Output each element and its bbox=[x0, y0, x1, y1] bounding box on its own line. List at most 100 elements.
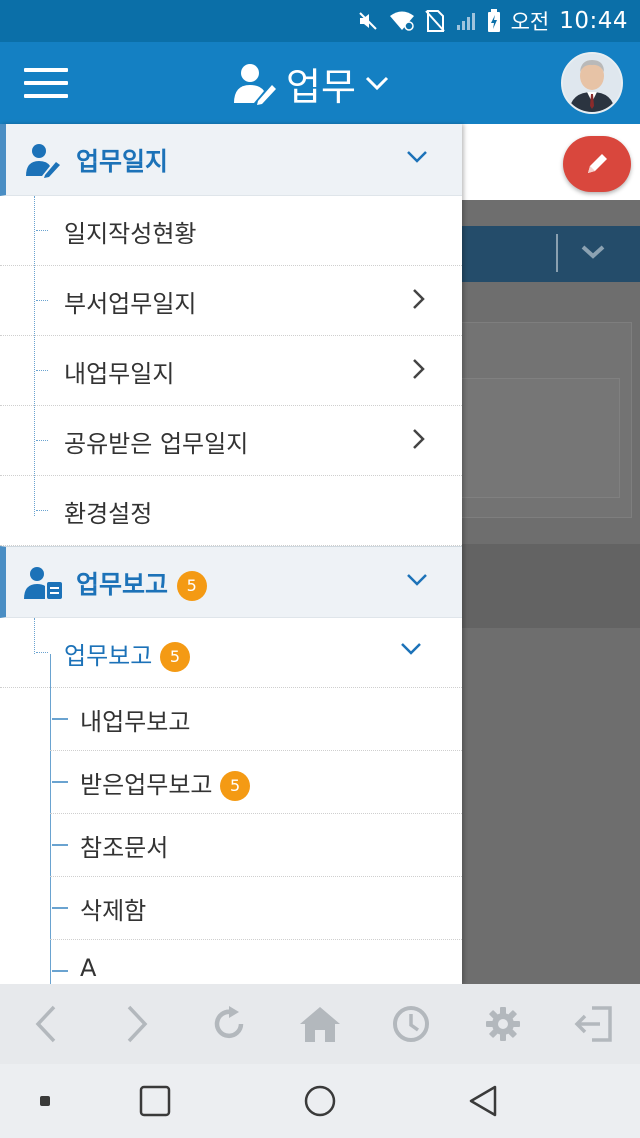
forward-button[interactable] bbox=[91, 984, 182, 1064]
section-header-work-log[interactable]: 업무일지 bbox=[0, 124, 462, 196]
tree-branch bbox=[36, 300, 48, 301]
tree-branch bbox=[52, 781, 68, 783]
avatar[interactable] bbox=[561, 52, 623, 114]
tree-branch bbox=[36, 230, 48, 231]
submenu-header-work-report[interactable]: 업무보고 5 bbox=[0, 618, 462, 688]
menu-item-label: 공유받은 업무일지 bbox=[64, 430, 249, 458]
menu-item-dept-log[interactable]: 부서업무일지 bbox=[0, 266, 462, 336]
tree-branch bbox=[36, 652, 48, 653]
pencil-icon bbox=[588, 154, 607, 173]
triangle-back-icon bbox=[469, 1085, 497, 1117]
submenu-label: 업무보고 5 bbox=[64, 636, 190, 672]
mute-icon bbox=[358, 12, 377, 30]
tree-branch bbox=[52, 844, 68, 846]
submenu-item-my-report[interactable]: 내업무보고 bbox=[50, 688, 462, 751]
logout-button[interactable] bbox=[549, 984, 640, 1064]
overview-button[interactable] bbox=[110, 1064, 200, 1138]
submenu-item-received-report[interactable]: 받은업무보고 5 bbox=[50, 751, 462, 814]
status-bar: 오전 10:44 bbox=[0, 0, 640, 42]
content-strip bbox=[462, 544, 640, 628]
settings-icon bbox=[485, 1007, 520, 1041]
chevron-right-icon bbox=[413, 429, 425, 449]
refresh-button[interactable] bbox=[183, 984, 274, 1064]
app-title: 업무 bbox=[286, 64, 356, 109]
tree-branch bbox=[52, 907, 68, 909]
logout-icon bbox=[574, 1006, 612, 1042]
status-time: 10:44 bbox=[559, 8, 628, 34]
submenu-item-label: 받은업무보고 5 bbox=[80, 765, 251, 801]
submenu-label-text: 업무보고 bbox=[64, 642, 153, 670]
content-card-inner bbox=[462, 378, 620, 498]
tree-branch bbox=[52, 718, 68, 720]
submenu-item-label: 내업무보고 bbox=[80, 708, 191, 736]
app-bar: 업무 bbox=[0, 42, 640, 124]
menu-item-settings[interactable]: 환경설정 bbox=[0, 476, 462, 546]
app-title-dropdown[interactable]: 업무 bbox=[230, 56, 390, 110]
submenu-item-trash[interactable]: 삭제함 bbox=[50, 877, 462, 940]
submenu-item-a[interactable]: A bbox=[50, 940, 462, 984]
chevron-down-icon bbox=[407, 151, 427, 163]
compose-button[interactable] bbox=[563, 136, 631, 192]
user-pen-icon bbox=[26, 144, 60, 178]
content-filter-bar bbox=[462, 226, 640, 282]
system-nav-bar bbox=[0, 1064, 640, 1138]
profile-photo-icon bbox=[563, 54, 621, 112]
chevron-right-icon bbox=[413, 359, 425, 379]
section-header-work-report[interactable]: 업무보고 5 bbox=[0, 546, 462, 618]
user-report-icon bbox=[24, 567, 62, 599]
tree-branch bbox=[36, 370, 48, 371]
browser-toolbar bbox=[0, 984, 640, 1064]
home-icon bbox=[299, 1007, 340, 1042]
status-icons: 오전 10:44 bbox=[357, 0, 628, 42]
square-icon bbox=[139, 1085, 171, 1117]
submenu-item-label-text: 받은업무보고 bbox=[80, 771, 213, 799]
count-badge: 5 bbox=[159, 642, 190, 672]
submenu-item-label: 참조문서 bbox=[80, 834, 169, 862]
submenu-item-label: 삭제함 bbox=[80, 897, 147, 925]
refresh-icon bbox=[214, 1006, 243, 1039]
circle-icon bbox=[304, 1085, 336, 1117]
submenu-item-reference-docs[interactable]: 참조문서 bbox=[50, 814, 462, 877]
chevron-down-icon bbox=[407, 574, 427, 586]
status-ampm: 오전 bbox=[510, 10, 550, 34]
menu-item-label: 부서업무일지 bbox=[64, 290, 197, 318]
user-pen-icon bbox=[234, 64, 276, 105]
menu-item-my-log[interactable]: 내업무일지 bbox=[0, 336, 462, 406]
recents-dot-button[interactable] bbox=[0, 1064, 90, 1138]
recents-dot-icon bbox=[40, 1096, 50, 1106]
menu-icon[interactable] bbox=[24, 68, 68, 98]
forward-icon bbox=[127, 1005, 148, 1043]
no-sim-icon bbox=[424, 10, 445, 32]
content-filter-divider bbox=[556, 234, 558, 272]
submenu-item-label: A bbox=[80, 954, 97, 982]
back-icon bbox=[35, 1005, 55, 1043]
menu-item-label: 내업무일지 bbox=[64, 360, 175, 388]
menu-item-label: 환경설정 bbox=[64, 500, 153, 528]
back-button[interactable] bbox=[0, 984, 91, 1064]
chevron-down-icon bbox=[401, 643, 421, 655]
home-button[interactable] bbox=[274, 984, 365, 1064]
chevron-down-icon bbox=[581, 245, 605, 259]
section-label-text: 업무보고 bbox=[76, 570, 169, 599]
count-badge: 5 bbox=[176, 571, 207, 601]
section-label: 업무일지 bbox=[76, 147, 169, 176]
tree-branch bbox=[52, 970, 68, 972]
chevron-down-icon bbox=[365, 76, 388, 91]
tree-branch bbox=[36, 510, 48, 511]
menu-item-label: 일지작성현황 bbox=[64, 220, 197, 248]
home-system-button[interactable] bbox=[275, 1064, 365, 1138]
history-icon bbox=[393, 1006, 430, 1042]
menu-item-log-status[interactable]: 일지작성현황 bbox=[0, 196, 462, 266]
history-button[interactable] bbox=[366, 984, 457, 1064]
back-system-button[interactable] bbox=[438, 1064, 528, 1138]
battery-charging-icon bbox=[487, 9, 500, 32]
count-badge: 5 bbox=[220, 771, 251, 801]
wifi-icon bbox=[389, 11, 414, 31]
menu-item-shared-log[interactable]: 공유받은 업무일지 bbox=[0, 406, 462, 476]
signal-icon bbox=[456, 13, 475, 30]
tree-branch bbox=[36, 440, 48, 441]
chevron-right-icon bbox=[413, 289, 425, 309]
navigation-drawer: 업무일지 일지작성현황 부서업무일지 내업무일지 공유받은 업무일지 환경설정 bbox=[0, 124, 462, 984]
settings-button[interactable] bbox=[457, 984, 548, 1064]
section-label: 업무보고 5 bbox=[76, 565, 207, 601]
